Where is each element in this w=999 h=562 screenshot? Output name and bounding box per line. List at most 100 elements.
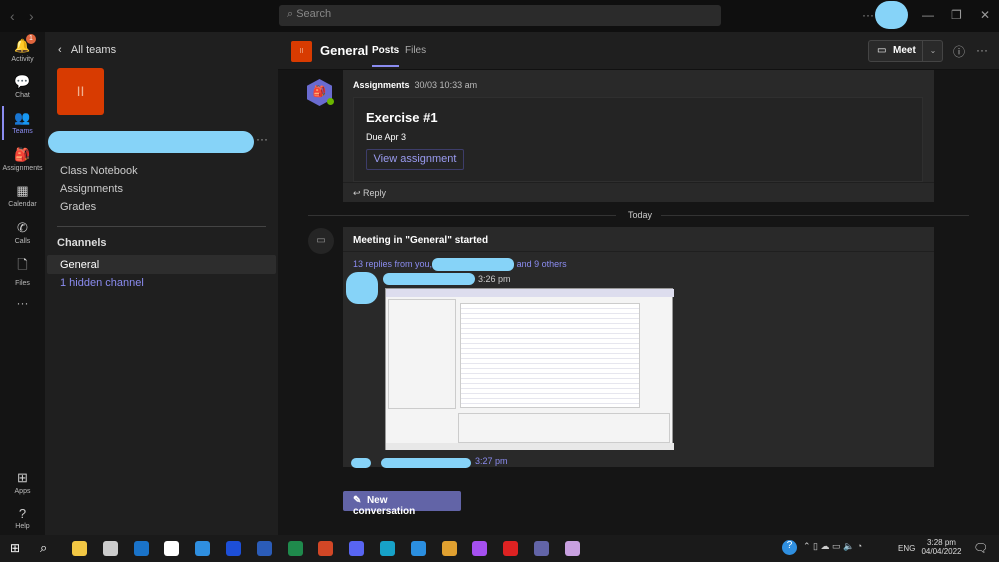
reply-time: 3:26 pm [478,274,511,284]
tab-files[interactable]: Files [405,45,426,56]
app-bar: 🔔 Activity 1 💬 Chat 👥 Teams 🎒 Assignments ▦ Calend… [0,32,45,535]
compose-icon: ✎ [353,495,367,506]
video-icon: ▭ [877,45,887,56]
rail-label: Activity [11,56,34,63]
image-taskbar [386,443,674,450]
close-button[interactable]: ✕ [980,8,990,22]
search-placeholder: Search [296,8,332,20]
more-options-button[interactable]: ··· [862,8,874,22]
rail-label: Calls [14,238,31,245]
taskbar-app-icon[interactable] [318,541,334,556]
assignments-link[interactable]: Assignments [60,183,123,195]
post-time: 30/03 10:33 am [414,80,478,90]
avatar[interactable] [875,1,908,29]
taskbar-app-icon[interactable] [564,541,580,556]
taskbar-app-icon[interactable] [410,541,426,556]
date-divider-today: Today [628,210,653,220]
tab-posts[interactable]: Posts [372,45,400,67]
attached-screenshot-image[interactable] [385,288,674,450]
forward-button[interactable]: › [29,8,34,24]
rail-item-calendar[interactable]: ▦ Calendar [0,183,45,208]
grades-link[interactable]: Grades [60,201,96,213]
more-apps-button[interactable]: ··· [0,296,45,310]
restore-button[interactable]: ❐ [951,8,962,22]
rail-item-calls[interactable]: ✆ Calls [0,220,45,245]
apps-icon: ⊞ [17,470,28,485]
taskbar-app-icon[interactable] [102,541,118,556]
taskbar-app-icon[interactable] [164,541,180,556]
taskbar-app-icon[interactable] [287,541,303,556]
rail-item-assignments[interactable]: 🎒 Assignments [0,147,45,172]
minimize-button[interactable]: — [922,8,934,22]
rail-label: Help [15,523,30,530]
all-teams-link[interactable]: ‹ All teams [58,44,116,56]
info-icon[interactable]: ⓘ [953,43,965,60]
taskbar-app-icon[interactable] [503,541,519,556]
windows-start-icon[interactable]: ⊞ [10,541,20,555]
calendar-icon: ▦ [16,183,29,198]
clock-time: 3:28 pm [927,538,956,547]
reply-button[interactable]: ↩ Reply [353,188,386,199]
new-conversation-button[interactable]: ✎ New conversation [343,491,461,517]
meeting-post: Meeting in "General" started 13 replies … [343,227,934,468]
rail-item-apps[interactable]: ⊞ Apps [0,470,45,495]
tray-icons[interactable]: ⌃ ▯ ☁ ▭ 🔈 ◔ [803,541,862,552]
team-more-button[interactable]: ··· [256,132,268,146]
search-icon: ⌕ [287,8,297,20]
taskbar-app-icon[interactable] [441,541,457,556]
search-icon[interactable]: ⌕ [40,540,47,556]
channel-label: General [60,259,100,271]
divider [57,226,266,227]
header-more-button[interactable]: ··· [976,43,988,57]
taskbar-app-icon[interactable] [534,541,549,556]
assignment-title: Exercise #1 [366,110,438,125]
replies-suffix: and 9 others [516,258,567,269]
reply-avatar-redacted [351,458,371,468]
reply-label: Reply [363,188,387,198]
view-assignment-button[interactable]: View assignment [366,149,464,170]
replies-link[interactable]: 13 replies from you, and 9 others [353,258,567,271]
taskbar-app-icon[interactable] [380,541,395,556]
chevron-left-icon: ‹ [58,44,71,56]
rail-item-teams[interactable]: 👥 Teams [0,106,45,140]
reply-time: 3:27 pm [475,456,508,466]
channel-title: General [320,43,369,58]
rail-item-chat[interactable]: 💬 Chat [0,74,45,99]
rail-label: Assignments [2,165,43,172]
replies-prefix: 13 replies from you, [353,258,433,269]
help-tray-icon[interactable]: ? [782,540,797,555]
channel-main: II General Posts Files ▭ Meet ⌄ ⓘ ··· 🎒 … [278,32,999,535]
meet-dropdown-chevron-icon[interactable]: ⌄ [922,40,943,62]
taskbar-app-icon[interactable] [195,541,211,556]
taskbar-app-icon[interactable] [472,541,488,556]
class-notebook-link[interactable]: Class Notebook [60,165,138,177]
back-button[interactable]: ‹ [10,8,15,24]
name-redacted [432,258,515,271]
team-panel: ‹ All teams II ··· Class Notebook Assign… [45,32,278,535]
search-input[interactable]: ⌕ Search [279,5,721,26]
language-indicator[interactable]: ENG [898,544,915,553]
rail-item-files[interactable]: 🗋 Files [0,256,45,287]
taskbar-app-icon[interactable] [256,541,272,556]
image-code-pane [460,303,640,408]
divider [661,215,969,216]
taskbar-app-icon[interactable] [72,541,87,556]
help-icon: ? [18,506,27,521]
channel-general[interactable]: General [47,255,276,274]
post-author: Assignments [353,80,410,90]
rail-label: Calendar [8,201,37,208]
presence-available-icon [327,98,334,105]
clock[interactable]: 3:28 pm 04/04/2022 [919,538,964,556]
rail-label: Chat [15,92,30,99]
hidden-channel-link[interactable]: 1 hidden channel [60,277,144,289]
divider [343,251,934,252]
taskbar-app-icon[interactable] [349,541,365,556]
rail-item-activity[interactable]: 🔔 Activity 1 [0,34,45,63]
taskbar-app-icon[interactable] [133,541,149,556]
taskbar-app-icon[interactable] [226,541,241,556]
notifications-icon[interactable]: 🗨 [973,541,988,555]
rail-item-help[interactable]: ? Help [0,506,45,530]
teams-icon: 👥 [14,110,31,125]
image-console-pane [458,413,670,443]
reply-author-redacted [383,273,475,285]
